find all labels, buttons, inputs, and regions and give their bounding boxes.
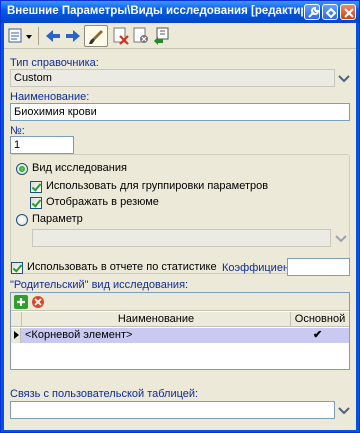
- save-return-button[interactable]: [150, 25, 172, 47]
- editor-window: Внешние Параметры\Виды исследования [ред…: [0, 0, 360, 433]
- show-in-summary-label: Отображать в резюме: [46, 196, 159, 208]
- row-indicator-icon: [11, 328, 21, 343]
- show-in-summary-checkbox[interactable]: [30, 197, 42, 209]
- tools-button[interactable]: [304, 4, 320, 20]
- column-header-name[interactable]: Наименование: [22, 313, 290, 325]
- properties-button[interactable]: [6, 25, 36, 47]
- forward-button[interactable]: [62, 25, 84, 47]
- use-for-grouping-label: Использовать для группировки параметров: [46, 180, 269, 192]
- coefficient-field[interactable]: [287, 258, 350, 276]
- chevron-down-icon[interactable]: [334, 231, 348, 245]
- user-table-label: Связь с пользовательской таблицей:: [10, 388, 199, 400]
- parameter-field[interactable]: [32, 229, 331, 247]
- reference-type-field[interactable]: Custom: [10, 69, 335, 87]
- close-icon: [344, 8, 354, 18]
- edit-mode-button[interactable]: [84, 25, 108, 47]
- use-in-statistics-checkbox[interactable]: [11, 262, 23, 274]
- restore-icon: [325, 7, 337, 19]
- grid-toolbar: [11, 293, 349, 311]
- chevron-down-icon[interactable]: [337, 71, 351, 85]
- row-name-cell[interactable]: <Корневой элемент>: [25, 329, 132, 341]
- delete-button[interactable]: [110, 25, 132, 47]
- reference-type-label: Тип справочника:: [10, 57, 99, 69]
- close-button[interactable]: [340, 4, 356, 20]
- properties-icon: [8, 28, 32, 43]
- help-button[interactable]: [322, 4, 338, 20]
- use-in-statistics-label: Использовать в отчете по статистике: [27, 261, 217, 273]
- kind-groupbox: Вид исследования Использовать для группи…: [10, 154, 350, 274]
- remove-row-button[interactable]: [31, 295, 45, 309]
- name-label: Наименование:: [10, 91, 90, 103]
- delete-icon: [113, 27, 129, 45]
- arrow-right-icon: [66, 30, 80, 42]
- title-bar[interactable]: Внешние Параметры\Виды исследования [ред…: [1, 1, 359, 23]
- window-title: Внешние Параметры\Виды исследования [ред…: [7, 5, 303, 17]
- table-row[interactable]: <Корневой элемент> ✔: [11, 328, 349, 343]
- brush-icon: [89, 30, 103, 44]
- user-table-field[interactable]: [10, 401, 335, 419]
- coefficient-label: Коэффициент:: [222, 262, 298, 274]
- remove-icon: [32, 296, 44, 308]
- add-row-button[interactable]: [14, 295, 28, 309]
- back-button[interactable]: [42, 25, 64, 47]
- return-icon: [154, 27, 169, 45]
- use-for-grouping-checkbox[interactable]: [30, 181, 42, 193]
- clear-icon: [133, 27, 148, 43]
- number-field[interactable]: 1: [10, 136, 74, 154]
- arrow-left-icon: [46, 30, 60, 42]
- wrench-icon: [308, 6, 320, 18]
- investigation-radio-label: Вид исследования: [32, 162, 127, 174]
- form-body: Тип справочника: Custom Наименование: Би…: [4, 23, 356, 430]
- plus-icon: [14, 295, 28, 309]
- parent-kind-label: "Родительский" вид исследования:: [10, 279, 189, 291]
- parameter-radio-label: Параметр: [32, 213, 83, 225]
- chevron-down-icon[interactable]: [337, 403, 351, 417]
- toolbar: [4, 23, 356, 49]
- row-main-cell[interactable]: ✔: [313, 328, 322, 341]
- clear-button[interactable]: [130, 25, 152, 47]
- name-field[interactable]: Биохимия крови: [10, 103, 350, 121]
- column-header-main[interactable]: Основной: [291, 313, 349, 325]
- investigation-radio[interactable]: [16, 163, 28, 175]
- parent-kind-grid: Наименование Основной <Корневой элемент>…: [10, 292, 350, 370]
- parameter-radio[interactable]: [16, 214, 28, 226]
- grid-header: Наименование Основной: [11, 312, 349, 327]
